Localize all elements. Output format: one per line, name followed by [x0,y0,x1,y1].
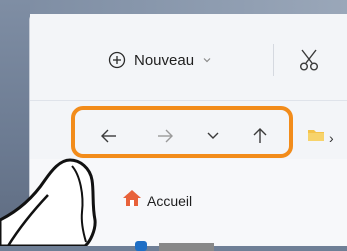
hand-pointer-cursor [0,150,110,251]
up-arrow-icon [252,126,268,144]
recent-locations-button[interactable] [206,131,220,141]
scissors-icon [298,49,320,76]
up-button[interactable] [252,126,268,144]
forward-button[interactable] [156,128,174,144]
sidebar-item-label: Accueil [147,192,193,209]
plus-circle-icon [108,51,126,69]
toolbar-divider [273,44,274,76]
address-breadcrumb[interactable]: › [307,128,334,147]
desktop-background-top [0,0,347,14]
folder-icon [307,128,325,147]
sidebar-item-partial[interactable] [125,237,245,251]
home-icon [122,189,142,212]
breadcrumb-chevron-icon: › [329,129,334,146]
chevron-down-icon [202,56,212,64]
sidebar-item-home[interactable]: Accueil [122,189,192,212]
new-button[interactable]: Nouveau [108,47,212,73]
new-button-label: Nouveau [134,51,195,69]
command-bar: Nouveau [30,14,347,101]
forward-arrow-icon [156,128,174,144]
recent-chevron-icon [206,131,220,141]
back-button[interactable] [100,128,118,144]
cut-button[interactable] [298,48,320,77]
back-arrow-icon [100,128,118,144]
